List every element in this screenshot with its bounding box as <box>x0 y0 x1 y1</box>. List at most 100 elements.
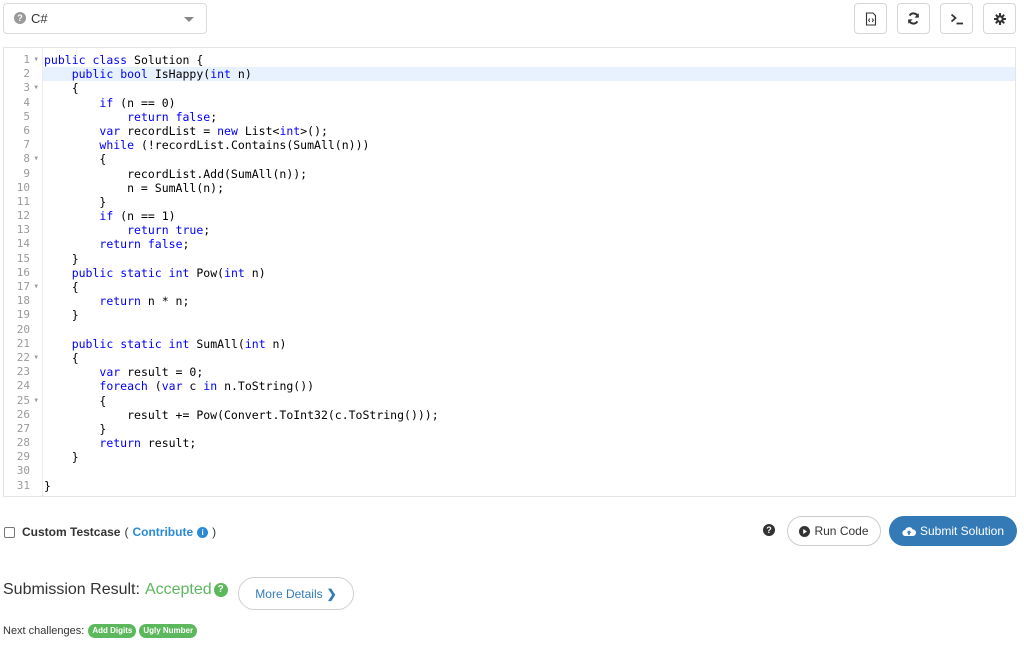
line-number: 23 <box>16 365 30 379</box>
cloud-upload-icon <box>902 526 916 537</box>
chevron-right-icon: ❯ <box>326 586 337 601</box>
line-number: 31 <box>16 478 30 492</box>
run-code-button[interactable]: Run Code <box>787 516 881 546</box>
code-line[interactable]: { <box>43 152 1015 166</box>
contribute-label: Contribute <box>132 525 194 539</box>
file-code-icon <box>865 11 876 26</box>
fold-arrow-icon[interactable]: ▼ <box>34 81 38 95</box>
line-number: 22 ▼ <box>16 350 38 365</box>
line-number: 11 <box>16 194 30 208</box>
custom-testcase-label: Custom Testcase <box>22 525 121 539</box>
code-line[interactable]: if (n == 0) <box>43 96 1015 110</box>
code-line[interactable]: var result = 0; <box>43 365 1015 379</box>
line-number: 21 <box>16 336 30 350</box>
submit-solution-button[interactable]: Submit Solution <box>889 516 1017 546</box>
code-line[interactable]: ​ <box>43 464 1015 478</box>
line-number: 16 <box>16 265 30 279</box>
reset-code-button[interactable] <box>897 3 930 34</box>
submit-solution-label: Submit Solution <box>919 524 1005 538</box>
settings-button[interactable] <box>983 3 1016 34</box>
code-line[interactable]: recordList.Add(SumAll(n)); <box>43 167 1015 181</box>
code-line[interactable]: { <box>43 280 1015 294</box>
challenge-tag[interactable]: Ugly Number <box>139 624 198 638</box>
fold-arrow-icon[interactable]: ▼ <box>34 53 38 67</box>
line-number: 2 <box>23 67 30 81</box>
line-number-gutter: 1 ▼ 2 3 ▼ 4 5 6 7 8 ▼ 9 10 11 12 13 14 15 16 17 ▼ 18 19 20 21 22 ▼… <box>4 53 42 493</box>
paren-open: ( <box>124 525 129 539</box>
code-line[interactable]: if (n == 1) <box>43 209 1015 223</box>
line-number: 3 ▼ <box>23 81 38 95</box>
format-code-button[interactable] <box>854 3 887 34</box>
code-line[interactable]: } <box>43 450 1015 464</box>
line-number: 12 <box>16 209 30 223</box>
code-line[interactable]: return n * n; <box>43 294 1015 308</box>
status-accepted: Accepted <box>144 581 212 598</box>
code-line[interactable]: return result; <box>43 436 1015 450</box>
line-number: 8 ▼ <box>23 152 38 166</box>
submission-result: Submission Result: Accepted ? <box>3 581 228 599</box>
code-line[interactable]: public class Solution { <box>43 53 1015 67</box>
code-line[interactable]: ​ <box>43 323 1015 337</box>
code-area[interactable]: public class Solution { public bool IsHa… <box>43 53 1015 493</box>
code-line[interactable]: } <box>43 422 1015 436</box>
code-line[interactable]: { <box>43 81 1015 95</box>
code-line[interactable]: return false; <box>43 237 1015 251</box>
terminal-icon <box>950 13 963 24</box>
code-line[interactable]: public static int Pow(int n) <box>43 266 1015 280</box>
more-details-button[interactable]: More Details ❯ <box>238 577 354 610</box>
question-circle-icon[interactable]: ? <box>213 583 228 597</box>
code-line[interactable]: var recordList = new List<int>(); <box>43 124 1015 138</box>
code-line[interactable]: public static int SumAll(int n) <box>43 337 1015 351</box>
question-circle-icon: ? <box>14 12 26 24</box>
line-number: 15 <box>16 251 30 265</box>
refresh-icon <box>908 12 919 25</box>
submission-result-label: Submission Result: <box>3 581 140 598</box>
code-line[interactable]: public bool IsHappy(int n) <box>43 67 1015 82</box>
code-line[interactable]: } <box>43 252 1015 266</box>
next-challenges: Next challenges: Add Digits Ugly Number <box>3 624 198 638</box>
line-number: 1 ▼ <box>23 53 38 67</box>
fold-arrow-icon[interactable]: ▼ <box>34 152 38 166</box>
line-number: 5 <box>23 109 30 123</box>
info-icon: i <box>197 526 209 538</box>
line-number: 25 ▼ <box>16 393 38 408</box>
challenge-tag[interactable]: Add Digits <box>88 624 137 638</box>
line-number: 19 <box>16 308 30 322</box>
code-line[interactable]: while (!recordList.Contains(SumAll(n))) <box>43 138 1015 152</box>
run-code-label: Run Code <box>814 524 869 538</box>
caret-down-icon <box>184 17 194 22</box>
line-number: 30 <box>16 464 30 478</box>
language-select-value: C# <box>31 11 48 26</box>
code-line[interactable]: { <box>43 394 1015 408</box>
code-line[interactable]: } <box>43 479 1015 493</box>
code-line[interactable]: foreach (var c in n.ToString()) <box>43 379 1015 393</box>
line-number: 29 <box>16 450 30 464</box>
code-line[interactable]: } <box>43 195 1015 209</box>
fold-arrow-icon[interactable]: ▼ <box>34 394 38 408</box>
line-number: 13 <box>16 223 30 237</box>
line-number: 18 <box>16 294 30 308</box>
code-line[interactable]: n = SumAll(n); <box>43 181 1015 195</box>
custom-testcase: Custom Testcase ( Contribute i ) <box>4 525 216 539</box>
line-number: 28 <box>16 436 30 450</box>
language-select[interactable]: ? C# <box>3 3 207 34</box>
contribute-link[interactable]: Contribute i <box>132 525 209 539</box>
custom-testcase-checkbox[interactable] <box>4 526 15 538</box>
code-line[interactable]: return false; <box>43 110 1015 124</box>
line-number: 20 <box>16 322 30 336</box>
code-line[interactable]: } <box>43 308 1015 322</box>
fold-arrow-icon[interactable]: ▼ <box>34 280 38 294</box>
line-number: 4 <box>23 95 30 109</box>
code-line[interactable]: result += Pow(Convert.ToInt32(c.ToString… <box>43 408 1015 422</box>
more-details-label: More Details <box>255 586 323 601</box>
code-line[interactable]: return true; <box>43 223 1015 237</box>
help-icon[interactable]: ? <box>763 524 775 536</box>
fold-arrow-icon[interactable]: ▼ <box>34 351 38 365</box>
line-number: 10 <box>16 180 30 194</box>
code-editor[interactable]: 1 ▼ 2 3 ▼ 4 5 6 7 8 ▼ 9 10 11 12 13 14 15 16 17 ▼ 18 19 20 21 22 ▼… <box>3 47 1016 497</box>
line-number: 7 <box>23 138 30 152</box>
line-number: 26 <box>16 407 30 421</box>
code-line[interactable]: { <box>43 351 1015 365</box>
line-number: 6 <box>23 123 30 137</box>
console-button[interactable] <box>940 3 973 34</box>
